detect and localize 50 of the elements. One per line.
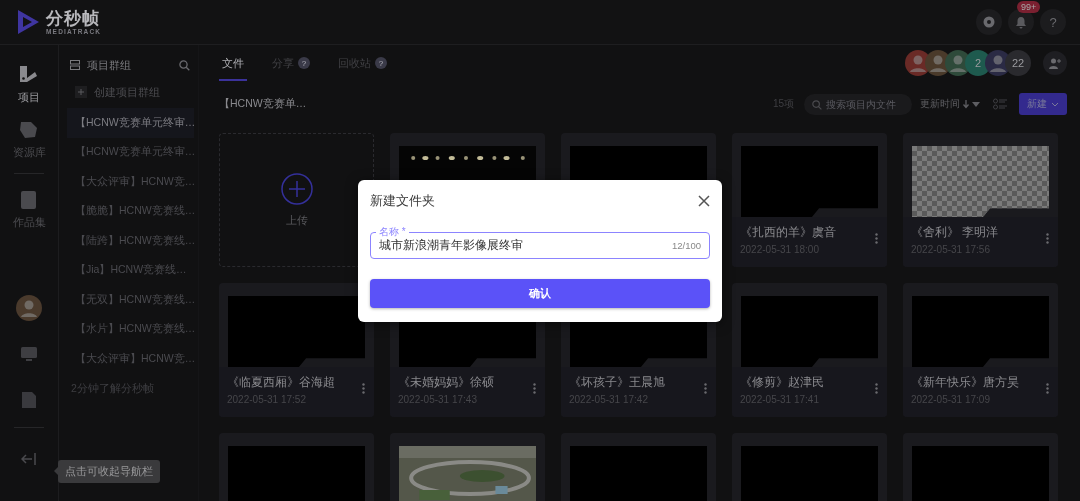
card-title: 《未婚妈妈》徐硕 xyxy=(398,375,494,390)
user-avatar xyxy=(16,295,42,321)
chat-button[interactable] xyxy=(976,9,1002,35)
more-icon[interactable] xyxy=(875,383,878,394)
collapse-icon[interactable] xyxy=(21,452,37,466)
more-icon[interactable] xyxy=(1046,233,1049,244)
notification-button[interactable] xyxy=(1008,9,1034,35)
search-field[interactable]: 搜索项目内文件 xyxy=(804,93,912,115)
breadcrumb: 【HCNW竞赛单… xyxy=(219,97,307,111)
logo-icon xyxy=(16,9,40,35)
help-badge: ? xyxy=(298,57,310,69)
close-button[interactable] xyxy=(698,195,710,207)
member-count: 22 xyxy=(1005,50,1031,76)
bell-icon xyxy=(1015,15,1027,29)
group-icon xyxy=(70,60,80,70)
add-member-button[interactable] xyxy=(1043,51,1067,75)
field-label: 名称 * xyxy=(376,226,409,237)
tab[interactable]: 文件 xyxy=(219,45,247,81)
more-icon[interactable] xyxy=(533,383,536,394)
card-title: 《舍利》 李明洋 xyxy=(911,225,999,240)
more-icon[interactable] xyxy=(1046,383,1049,394)
character-counter: 12/100 xyxy=(671,240,701,251)
help-button[interactable]: ? xyxy=(1040,9,1066,35)
confirm-button[interactable]: 确认 xyxy=(370,279,710,308)
notification-badge: 99+ xyxy=(1017,1,1041,13)
group-item[interactable]: 【HCNW竞赛单元终审… xyxy=(67,108,194,138)
more-icon[interactable] xyxy=(362,383,365,394)
close-icon xyxy=(698,195,710,207)
sort-button[interactable]: 更新时间 xyxy=(920,97,981,111)
chevron-down-icon xyxy=(1051,101,1059,107)
more-icon[interactable] xyxy=(704,383,707,394)
monitor-icon[interactable] xyxy=(20,345,38,363)
card-title: 《修剪》赵津民 xyxy=(740,375,824,390)
card-title: 《扎西的羊》虞音 xyxy=(740,225,836,240)
plus-circle-icon xyxy=(280,172,313,205)
search-icon xyxy=(812,99,822,110)
card-title: 《临夏西厢》谷海超 xyxy=(227,375,335,390)
more-icon[interactable] xyxy=(875,233,878,244)
logo-text: 分秒帧 xyxy=(46,9,101,28)
card-title: 《坏孩子》王晨旭 xyxy=(569,375,665,390)
search-icon[interactable] xyxy=(179,59,190,71)
plus-icon xyxy=(75,86,87,98)
card-title: 《新年快乐》唐方昊 xyxy=(911,375,1019,390)
sort-arrows-icon xyxy=(963,99,981,109)
chat-icon xyxy=(983,16,995,28)
add-user-icon xyxy=(1049,57,1061,69)
nav-item[interactable]: 项目 xyxy=(17,63,41,105)
panel-title: 项目群组 xyxy=(87,57,131,73)
new-button[interactable]: 新建 xyxy=(1019,93,1067,115)
help-badge: ? xyxy=(375,57,387,69)
